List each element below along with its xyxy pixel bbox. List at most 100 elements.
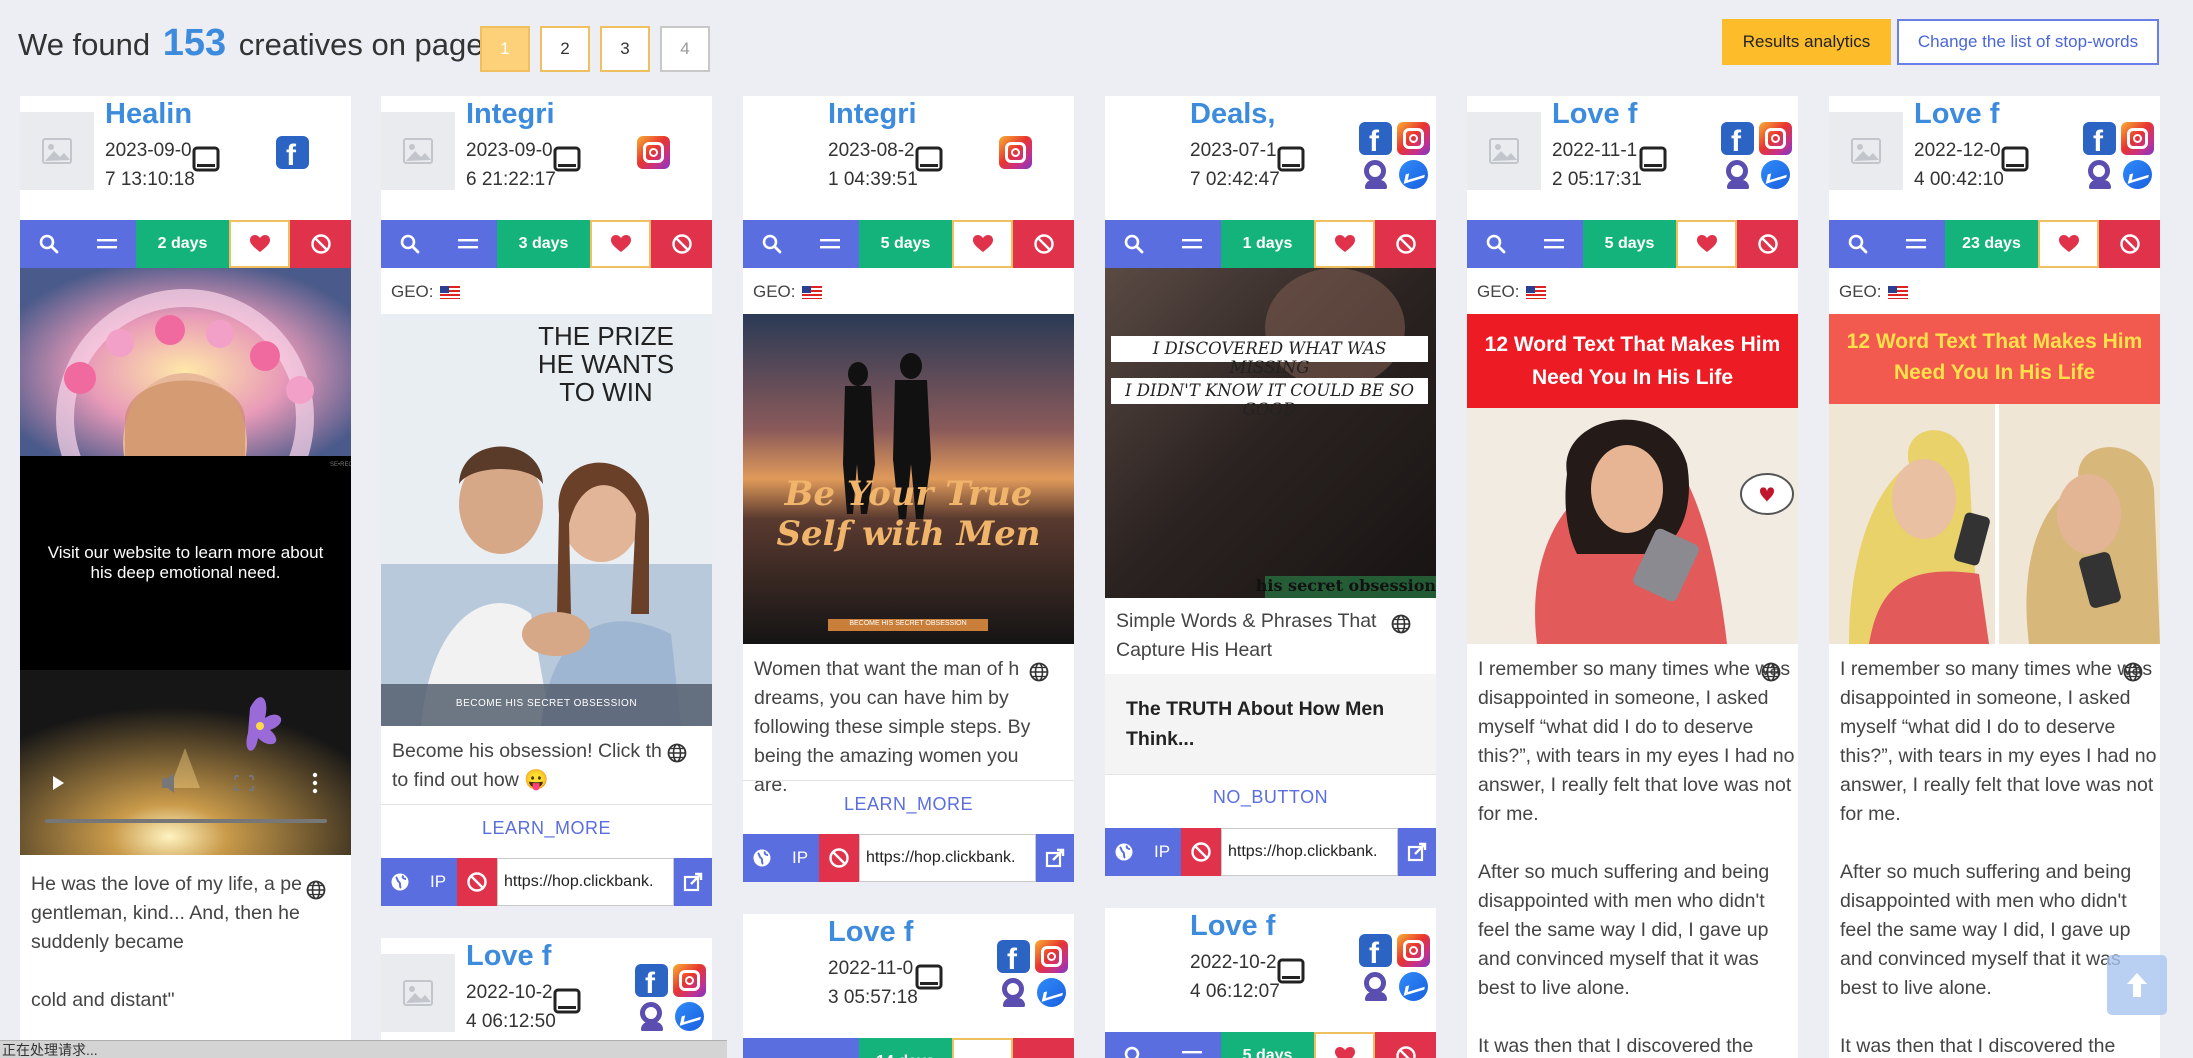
creative-card-5: Love f 2022-11-12 05:17:31 f 5 days GEO:…	[1467, 96, 1798, 1058]
search-button[interactable]	[743, 1038, 801, 1058]
card-title[interactable]: Healin	[105, 98, 211, 131]
instagram-icon	[999, 136, 1032, 169]
details-button[interactable]	[1887, 220, 1945, 268]
search-button[interactable]	[1829, 220, 1887, 268]
scroll-to-top-button[interactable]	[2107, 955, 2167, 1015]
ip-button[interactable]: IP	[419, 858, 457, 906]
page-1-button[interactable]: 1	[480, 26, 530, 72]
us-flag-icon	[1887, 285, 1908, 299]
block-url-button[interactable]	[457, 858, 497, 906]
audience-network-icon	[1359, 158, 1392, 191]
geo-lookup-button[interactable]	[743, 834, 781, 882]
image-creative[interactable]: 12 Word Text That Makes Him Need You In …	[1467, 314, 1798, 644]
creative-card-4: Deals, 2023-07-17 02:42:47 f 1 days I DI…	[1105, 96, 1436, 876]
results-header: We found 153 creatives on pages: 1 2 3 4…	[0, 0, 2193, 92]
cta-link[interactable]: LEARN_MORE	[381, 818, 712, 839]
block-url-button[interactable]	[1181, 828, 1221, 876]
results-analytics-button[interactable]: Results analytics	[1722, 19, 1891, 65]
favorite-button[interactable]	[1314, 220, 1375, 268]
block-button[interactable]	[290, 220, 351, 268]
landing-url-bar: IP https://hop.clickbank.	[381, 858, 712, 906]
card-actions: 5 days	[1105, 1032, 1436, 1058]
cta-link[interactable]: LEARN_MORE	[743, 794, 1074, 815]
open-url-button[interactable]	[674, 858, 712, 906]
landing-url-field[interactable]: https://hop.clickbank.	[859, 834, 1036, 882]
external-link-icon	[683, 872, 703, 892]
block-url-button[interactable]	[819, 834, 859, 882]
card-title[interactable]: Integri	[828, 98, 934, 131]
instagram-icon	[1397, 122, 1430, 155]
block-button[interactable]	[1375, 220, 1436, 268]
favorite-button[interactable]	[2038, 220, 2099, 268]
search-button[interactable]	[743, 220, 801, 268]
block-button[interactable]	[651, 220, 712, 268]
creative-card-8: Love f 2022-11-03 05:57:18 f 14 days	[743, 914, 1074, 1058]
ip-button[interactable]: IP	[781, 834, 819, 882]
details-button[interactable]	[801, 220, 859, 268]
card-date: 2022-11-12 05:17:31	[1552, 140, 1642, 190]
details-button[interactable]	[78, 220, 136, 268]
card-title[interactable]: Integri	[466, 98, 572, 131]
details-button[interactable]	[439, 220, 497, 268]
creative-card-3: Integri 2023-08-21 04:39:51 5 days GEO: …	[743, 96, 1074, 882]
block-button[interactable]	[1013, 1038, 1074, 1058]
details-button[interactable]	[801, 1038, 859, 1058]
favorite-button[interactable]	[590, 220, 651, 268]
globe-icon	[1761, 662, 1781, 682]
creative-card-2: Integri 2023-09-06 21:22:17 3 days GEO: …	[381, 96, 712, 906]
search-button[interactable]	[1467, 220, 1525, 268]
favorite-button[interactable]	[1314, 1032, 1375, 1058]
thumbnail-placeholder-icon	[20, 112, 94, 190]
favorite-button[interactable]	[1676, 220, 1737, 268]
favorite-button[interactable]	[952, 1038, 1013, 1058]
page-4-button[interactable]: 4	[660, 26, 710, 72]
card-title[interactable]: Love f	[828, 916, 934, 949]
open-url-button[interactable]	[1036, 834, 1074, 882]
card-title[interactable]: Love f	[1552, 98, 1658, 131]
image-creative[interactable]: THE PRIZE HE WANTS TO WIN BECOME HIS SEC…	[381, 314, 712, 726]
image-creative[interactable]: 12 Word Text That Makes Him Need You In …	[1829, 314, 2160, 644]
details-button[interactable]	[1163, 220, 1221, 268]
landing-url-field[interactable]: https://hop.clickbank.	[497, 858, 674, 906]
card-header: Love f 2022-11-12 05:17:31 f	[1467, 96, 1798, 218]
days-badge: 14 days	[859, 1038, 952, 1058]
block-button[interactable]	[1013, 220, 1074, 268]
audience-network-icon	[2083, 158, 2116, 191]
thumbnail-placeholder-icon	[381, 112, 455, 190]
block-icon	[1757, 233, 1779, 255]
favorite-button[interactable]	[952, 220, 1013, 268]
block-button[interactable]	[1737, 220, 1798, 268]
details-button[interactable]	[1525, 220, 1583, 268]
block-button[interactable]	[2099, 220, 2160, 268]
open-url-button[interactable]	[1398, 828, 1436, 876]
search-button[interactable]	[381, 220, 439, 268]
card-header: Integri 2023-08-21 04:39:51	[743, 96, 1074, 218]
card-date: 2022-11-03 05:57:18	[828, 958, 918, 1008]
card-title[interactable]: Love f	[1190, 910, 1296, 943]
details-button[interactable]	[1163, 1032, 1221, 1058]
search-button[interactable]	[20, 220, 78, 268]
landing-url-field[interactable]: https://hop.clickbank.	[1221, 828, 1398, 876]
messenger-icon	[673, 1000, 706, 1033]
geo-lookup-button[interactable]	[1105, 828, 1143, 876]
external-link-icon	[1407, 842, 1427, 862]
days-badge: 5 days	[859, 220, 952, 268]
video-creative[interactable]: SE•RECRS Visit our website to learn more…	[20, 268, 351, 948]
change-stopwords-button[interactable]: Change the list of stop-words	[1897, 19, 2159, 65]
page-2-button[interactable]: 2	[540, 26, 590, 72]
favorite-button[interactable]	[229, 220, 290, 268]
card-title[interactable]: Love f	[1914, 98, 2020, 131]
search-button[interactable]	[1105, 1032, 1163, 1058]
ip-button[interactable]: IP	[1143, 828, 1181, 876]
block-button[interactable]	[1375, 1032, 1436, 1058]
card-title[interactable]: Deals,	[1190, 98, 1296, 131]
tablet-icon	[1277, 146, 1305, 172]
geo-lookup-button[interactable]	[381, 858, 419, 906]
image-creative[interactable]: I DISCOVERED WHAT WAS MISSING I DIDN'T K…	[1105, 268, 1436, 598]
card-title[interactable]: Love f	[466, 940, 572, 973]
search-button[interactable]	[1105, 220, 1163, 268]
cta-link[interactable]: NO_BUTTON	[1105, 787, 1436, 808]
card-date: 2023-07-17 02:42:47	[1190, 140, 1280, 190]
image-creative[interactable]: Be Your True Self with Men BECOME HIS SE…	[743, 314, 1074, 644]
page-3-button[interactable]: 3	[600, 26, 650, 72]
